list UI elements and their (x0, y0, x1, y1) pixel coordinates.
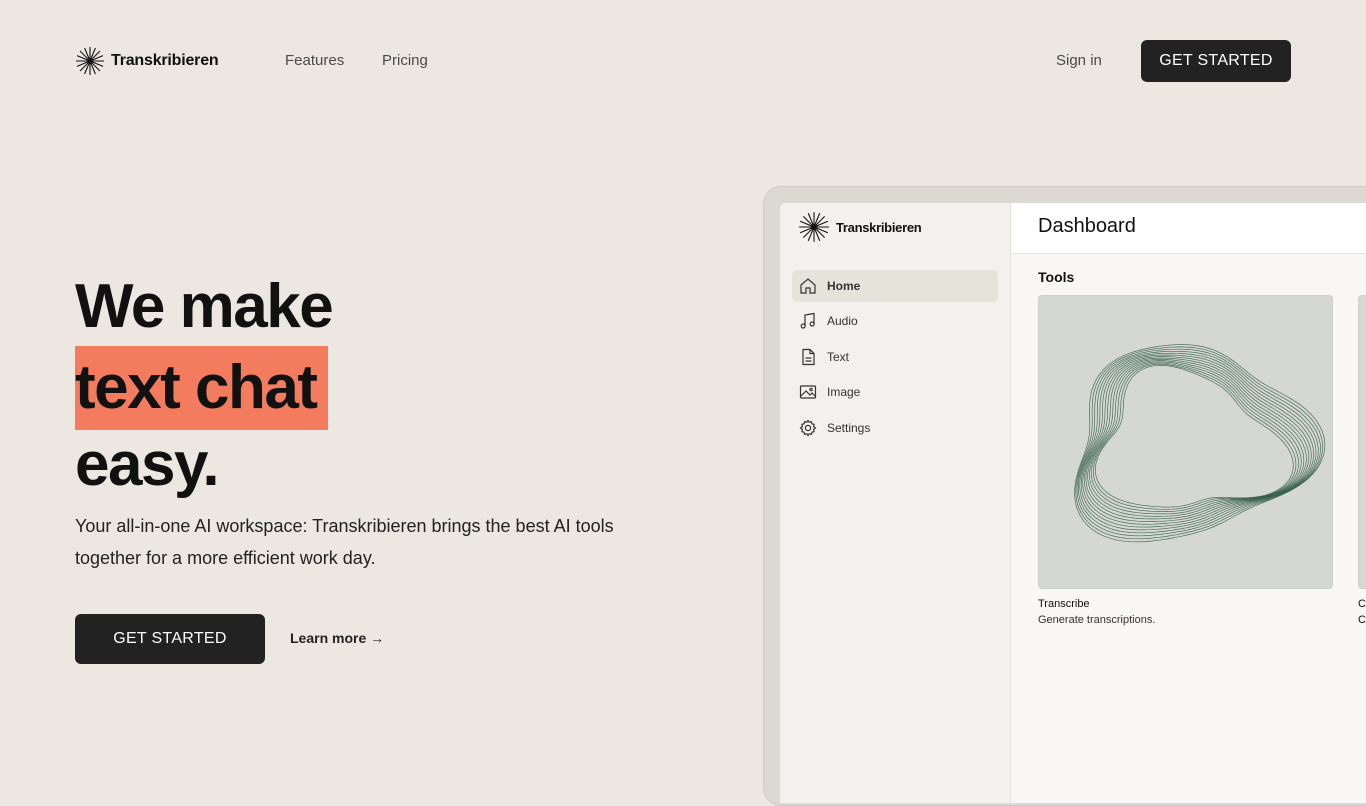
nav-link-pricing[interactable]: Pricing (382, 52, 428, 69)
hero-get-started-button[interactable]: GET STARTED (75, 614, 265, 664)
wave-ring-illustration (1074, 344, 1326, 543)
sidebar-item-label: Image (827, 385, 861, 399)
app-preview-screen: Transkribieren Home Audio Text Image Set… (780, 203, 1366, 803)
sidebar-item-settings[interactable]: Settings (792, 412, 998, 444)
sidebar-item-home[interactable]: Home (792, 270, 998, 302)
wave-ring-line (1077, 350, 1319, 534)
tool-card-title: Cl (1358, 598, 1366, 610)
app-brand-logo: Transkribieren (798, 211, 922, 243)
app-sidebar: Transkribieren Home Audio Text Image Set… (780, 203, 1011, 803)
app-brand-name: Transkribieren (836, 219, 922, 235)
nav-get-started-button[interactable]: GET STARTED (1141, 40, 1291, 82)
sidebar-item-label: Settings (827, 421, 871, 435)
learn-more-link[interactable]: Learn more → (290, 630, 384, 646)
sidebar-item-audio[interactable]: Audio (792, 305, 998, 337)
starburst-logo-icon (76, 47, 104, 75)
hero-subtitle: Your all-in-one AI workspace: Transkribi… (75, 516, 614, 568)
hero-title: We make text chat easy. (75, 270, 334, 502)
wave-ring-line (1092, 363, 1297, 510)
hero-title-highlight: text chat (75, 346, 329, 430)
sign-in-link[interactable]: Sign in (1056, 52, 1102, 69)
wave-ring-line (1090, 362, 1299, 512)
tool-card-title: Transcribe (1038, 598, 1090, 610)
app-page-title: Dashboard (1038, 215, 1136, 237)
nav-link-features[interactable]: Features (285, 52, 344, 69)
starburst-logo-icon (799, 212, 829, 242)
document-icon (802, 348, 815, 366)
tool-card-description: Generate transcriptions. (1038, 614, 1156, 626)
brand-logo[interactable]: Transkribieren (75, 46, 219, 76)
app-preview-device: Transkribieren Home Audio Text Image Set… (763, 186, 1366, 806)
wave-ring-line (1079, 352, 1317, 531)
sidebar-item-image[interactable]: Image (792, 376, 998, 408)
brand-name: Transkribieren (111, 52, 219, 69)
wave-ring-line (1082, 356, 1312, 525)
tool-card-transcribe[interactable] (1038, 295, 1333, 589)
top-nav: Transkribieren Features Pricing Sign in … (0, 0, 1366, 122)
sidebar-item-label: Text (827, 350, 850, 364)
music-note-icon (800, 312, 815, 329)
hero-title-line1: We make (75, 272, 334, 341)
sidebar-item-label: Audio (827, 314, 858, 328)
gear-icon (799, 419, 817, 437)
sidebar-item-text[interactable]: Text (792, 341, 998, 373)
tool-card-second[interactable] (1358, 295, 1366, 589)
hero-title-line3: easy. (75, 430, 220, 499)
tools-section-title: Tools (1038, 269, 1075, 285)
app-header: Dashboard (1012, 203, 1366, 254)
image-icon (799, 385, 817, 399)
wave-ring-line (1089, 361, 1302, 515)
home-icon (800, 278, 816, 294)
sidebar-item-label: Home (827, 279, 861, 293)
tool-card-description: Cl (1358, 614, 1366, 626)
